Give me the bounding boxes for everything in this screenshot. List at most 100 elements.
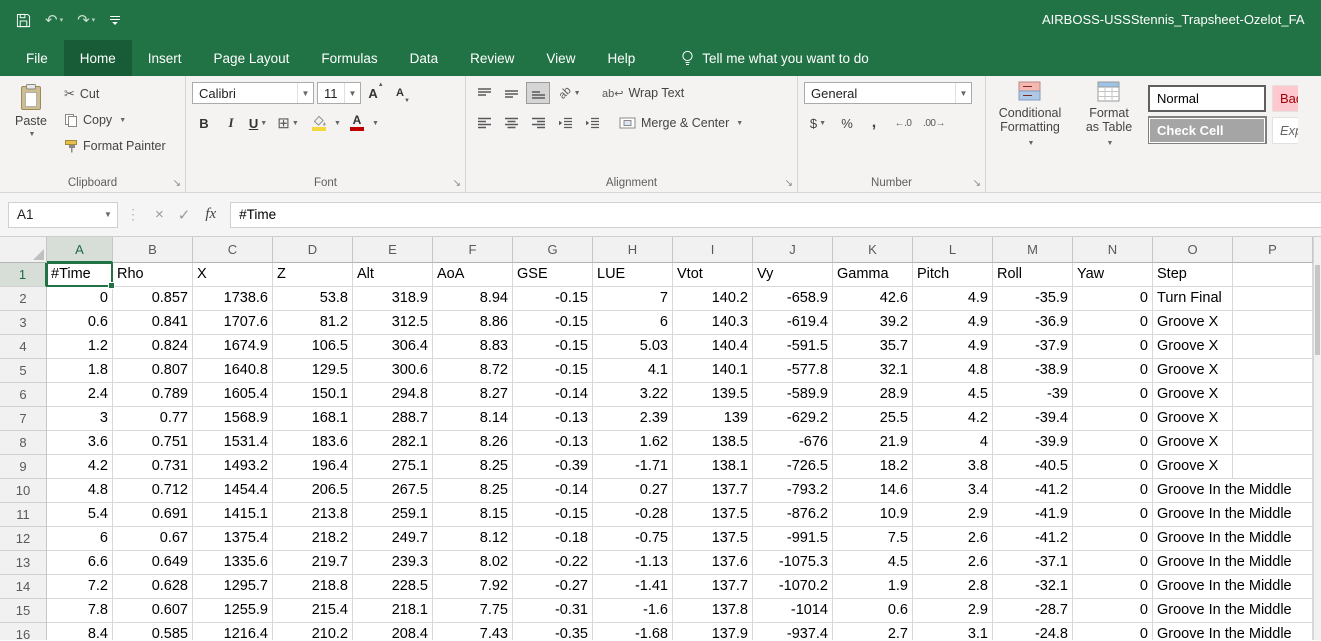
cell-H4[interactable]: 5.03 — [593, 335, 673, 359]
cell-B6[interactable]: 0.789 — [113, 383, 193, 407]
cell-H15[interactable]: -1.6 — [593, 599, 673, 623]
cell-E12[interactable]: 249.7 — [353, 527, 433, 551]
cell-J4[interactable]: -591.5 — [753, 335, 833, 359]
cell-N12[interactable]: 0 — [1073, 527, 1153, 551]
cell-M10[interactable]: -41.2 — [993, 479, 1073, 503]
font-dialog-launcher[interactable]: ↘ — [453, 178, 461, 189]
cell-J1[interactable]: Vy — [753, 263, 833, 287]
cell-J2[interactable]: -658.9 — [753, 287, 833, 311]
middle-align-button[interactable] — [499, 82, 523, 104]
cell-E3[interactable]: 312.5 — [353, 311, 433, 335]
cell-O7[interactable]: Groove X — [1153, 407, 1233, 431]
tell-me-box[interactable]: Tell me what you want to do — [671, 40, 879, 76]
cell-E16[interactable]: 208.4 — [353, 623, 433, 640]
cell-A7[interactable]: 3 — [47, 407, 113, 431]
cell-N7[interactable]: 0 — [1073, 407, 1153, 431]
cell-J7[interactable]: -629.2 — [753, 407, 833, 431]
cell-L15[interactable]: 2.9 — [913, 599, 993, 623]
customize-quick-access-toolbar-button[interactable] — [109, 15, 121, 26]
cell-B11[interactable]: 0.691 — [113, 503, 193, 527]
cell-A8[interactable]: 3.6 — [47, 431, 113, 455]
column-header-E[interactable]: E — [353, 237, 433, 263]
font-name-combo[interactable]: Calibri▼ — [192, 82, 314, 104]
cell-L6[interactable]: 4.5 — [913, 383, 993, 407]
cell-N5[interactable]: 0 — [1073, 359, 1153, 383]
cell-N15[interactable]: 0 — [1073, 599, 1153, 623]
bottom-align-button[interactable] — [526, 82, 550, 104]
accounting-format-button[interactable]: $▼ — [804, 112, 832, 134]
tab-help[interactable]: Help — [591, 40, 651, 76]
row-header-8[interactable]: 8 — [0, 431, 47, 455]
cell-M15[interactable]: -28.7 — [993, 599, 1073, 623]
cell-B2[interactable]: 0.857 — [113, 287, 193, 311]
cell-A6[interactable]: 2.4 — [47, 383, 113, 407]
cell-N14[interactable]: 0 — [1073, 575, 1153, 599]
cell-J12[interactable]: -991.5 — [753, 527, 833, 551]
cell-C6[interactable]: 1605.4 — [193, 383, 273, 407]
column-header-H[interactable]: H — [593, 237, 673, 263]
cell-H1[interactable]: LUE — [593, 263, 673, 287]
tab-data[interactable]: Data — [394, 40, 455, 76]
align-right-button[interactable] — [526, 112, 550, 134]
cell-K14[interactable]: 1.9 — [833, 575, 913, 599]
row-header-9[interactable]: 9 — [0, 455, 47, 479]
bold-button[interactable]: B — [192, 112, 216, 134]
cell-P6[interactable] — [1233, 383, 1313, 407]
cell-M13[interactable]: -37.1 — [993, 551, 1073, 575]
cell-D6[interactable]: 150.1 — [273, 383, 353, 407]
cell-C1[interactable]: X — [193, 263, 273, 287]
cell-D8[interactable]: 183.6 — [273, 431, 353, 455]
cell-O16[interactable]: Groove In the Middle — [1153, 623, 1233, 640]
cell-A2[interactable]: 0 — [47, 287, 113, 311]
cell-A4[interactable]: 1.2 — [47, 335, 113, 359]
column-header-L[interactable]: L — [913, 237, 993, 263]
cell-G8[interactable]: -0.13 — [513, 431, 593, 455]
conditional-formatting-button[interactable]: Conditional Formatting ▼ — [990, 79, 1070, 151]
cell-A5[interactable]: 1.8 — [47, 359, 113, 383]
cell-F14[interactable]: 7.92 — [433, 575, 513, 599]
cell-E8[interactable]: 282.1 — [353, 431, 433, 455]
cell-M12[interactable]: -41.2 — [993, 527, 1073, 551]
cell-J6[interactable]: -589.9 — [753, 383, 833, 407]
cell-F6[interactable]: 8.27 — [433, 383, 513, 407]
cell-D16[interactable]: 210.2 — [273, 623, 353, 640]
cell-C8[interactable]: 1531.4 — [193, 431, 273, 455]
cell-F9[interactable]: 8.25 — [433, 455, 513, 479]
column-header-I[interactable]: I — [673, 237, 753, 263]
cell-H9[interactable]: -1.71 — [593, 455, 673, 479]
cell-G4[interactable]: -0.15 — [513, 335, 593, 359]
cell-E14[interactable]: 228.5 — [353, 575, 433, 599]
cell-N10[interactable]: 0 — [1073, 479, 1153, 503]
cell-P3[interactable] — [1233, 311, 1313, 335]
cell-E6[interactable]: 294.8 — [353, 383, 433, 407]
cell-style-check-cell[interactable]: Check Cell — [1148, 117, 1266, 144]
cell-M1[interactable]: Roll — [993, 263, 1073, 287]
cell-I14[interactable]: 137.7 — [673, 575, 753, 599]
cell-G11[interactable]: -0.15 — [513, 503, 593, 527]
cell-J10[interactable]: -793.2 — [753, 479, 833, 503]
cell-O4[interactable]: Groove X — [1153, 335, 1233, 359]
cell-I3[interactable]: 140.3 — [673, 311, 753, 335]
cell-O8[interactable]: Groove X — [1153, 431, 1233, 455]
cell-O13[interactable]: Groove In the Middle — [1153, 551, 1233, 575]
cell-I12[interactable]: 137.5 — [673, 527, 753, 551]
cell-H3[interactable]: 6 — [593, 311, 673, 335]
cell-D4[interactable]: 106.5 — [273, 335, 353, 359]
column-header-M[interactable]: M — [993, 237, 1073, 263]
cell-N16[interactable]: 0 — [1073, 623, 1153, 640]
top-align-button[interactable] — [472, 82, 496, 104]
cell-L8[interactable]: 4 — [913, 431, 993, 455]
cell-C7[interactable]: 1568.9 — [193, 407, 273, 431]
tab-review[interactable]: Review — [454, 40, 530, 76]
cell-H16[interactable]: -1.68 — [593, 623, 673, 640]
cell-M9[interactable]: -40.5 — [993, 455, 1073, 479]
cell-G12[interactable]: -0.18 — [513, 527, 593, 551]
row-header-5[interactable]: 5 — [0, 359, 47, 383]
cell-C12[interactable]: 1375.4 — [193, 527, 273, 551]
cell-M7[interactable]: -39.4 — [993, 407, 1073, 431]
cell-F12[interactable]: 8.12 — [433, 527, 513, 551]
cell-P9[interactable] — [1233, 455, 1313, 479]
font-color-button[interactable]: A ▼ — [344, 112, 379, 134]
cell-H13[interactable]: -1.13 — [593, 551, 673, 575]
row-header-14[interactable]: 14 — [0, 575, 47, 599]
